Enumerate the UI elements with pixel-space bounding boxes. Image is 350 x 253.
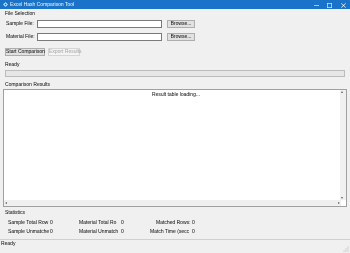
material-total-rows-value: 0 — [121, 220, 124, 226]
progress-bar — [5, 70, 345, 77]
material-file-label: Material File: — [6, 34, 35, 40]
scroll-down-icon[interactable]: ▾ — [341, 196, 343, 200]
scroll-left-icon[interactable]: ◂ — [5, 201, 7, 205]
close-icon — [341, 2, 346, 8]
sample-file-input[interactable] — [37, 20, 162, 28]
results-vertical-scrollbar[interactable]: ▴ ▾ — [340, 90, 346, 200]
export-results-button[interactable]: Export Results — [48, 48, 82, 56]
close-button[interactable] — [337, 0, 350, 9]
sample-total-rows-value: 0 — [50, 220, 53, 226]
status-bar: Ready — [0, 239, 350, 253]
sample-unmatched-label: Sample Unmatche — [8, 229, 50, 235]
app-icon — [3, 2, 8, 7]
scroll-up-icon[interactable]: ▴ — [341, 90, 343, 94]
window-title: Excel Hash Comparison Tool — [10, 1, 75, 8]
progress-status-label: Ready — [5, 62, 20, 68]
material-file-input[interactable] — [37, 33, 162, 41]
material-browse-button[interactable]: Browse... — [167, 33, 195, 41]
matched-rows-label: Matched Rows: — [156, 220, 191, 226]
minimize-button[interactable] — [310, 0, 323, 9]
maximize-icon — [327, 2, 332, 8]
minimize-icon — [314, 4, 319, 6]
statistics-heading: Statistics — [5, 210, 26, 216]
match-time-value: 0 — [192, 229, 195, 235]
status-text: Ready — [1, 241, 16, 247]
sample-total-rows-label: Sample Total Row — [8, 220, 49, 226]
sample-browse-button[interactable]: Browse... — [167, 20, 195, 28]
resize-grip-icon[interactable] — [343, 246, 349, 252]
matched-rows-value: 0 — [192, 220, 195, 226]
comparison-results-heading: Comparison Results — [5, 82, 51, 88]
match-time-label: Match Time (secc — [150, 229, 190, 235]
material-unmatched-value: 0 — [121, 229, 124, 235]
sample-unmatched-value: 0 — [50, 229, 53, 235]
file-selection-heading: File Selection — [5, 11, 36, 17]
results-placeholder: Result table loading... — [151, 92, 201, 98]
results-table[interactable]: Result table loading... ▴ ▾ ◂ ▸ — [3, 89, 347, 207]
material-unmatched-label: Material Unmatch — [79, 229, 119, 235]
title-bar: Excel Hash Comparison Tool — [0, 0, 350, 9]
maximize-button[interactable] — [323, 0, 336, 9]
material-total-rows-label: Material Total Ro — [79, 220, 117, 226]
scroll-right-icon[interactable]: ▸ — [338, 201, 340, 205]
sample-file-label: Sample File: — [6, 21, 34, 27]
results-horizontal-scrollbar[interactable]: ◂ ▸ — [4, 200, 341, 206]
start-comparison-button[interactable]: Start Comparison — [5, 48, 45, 56]
